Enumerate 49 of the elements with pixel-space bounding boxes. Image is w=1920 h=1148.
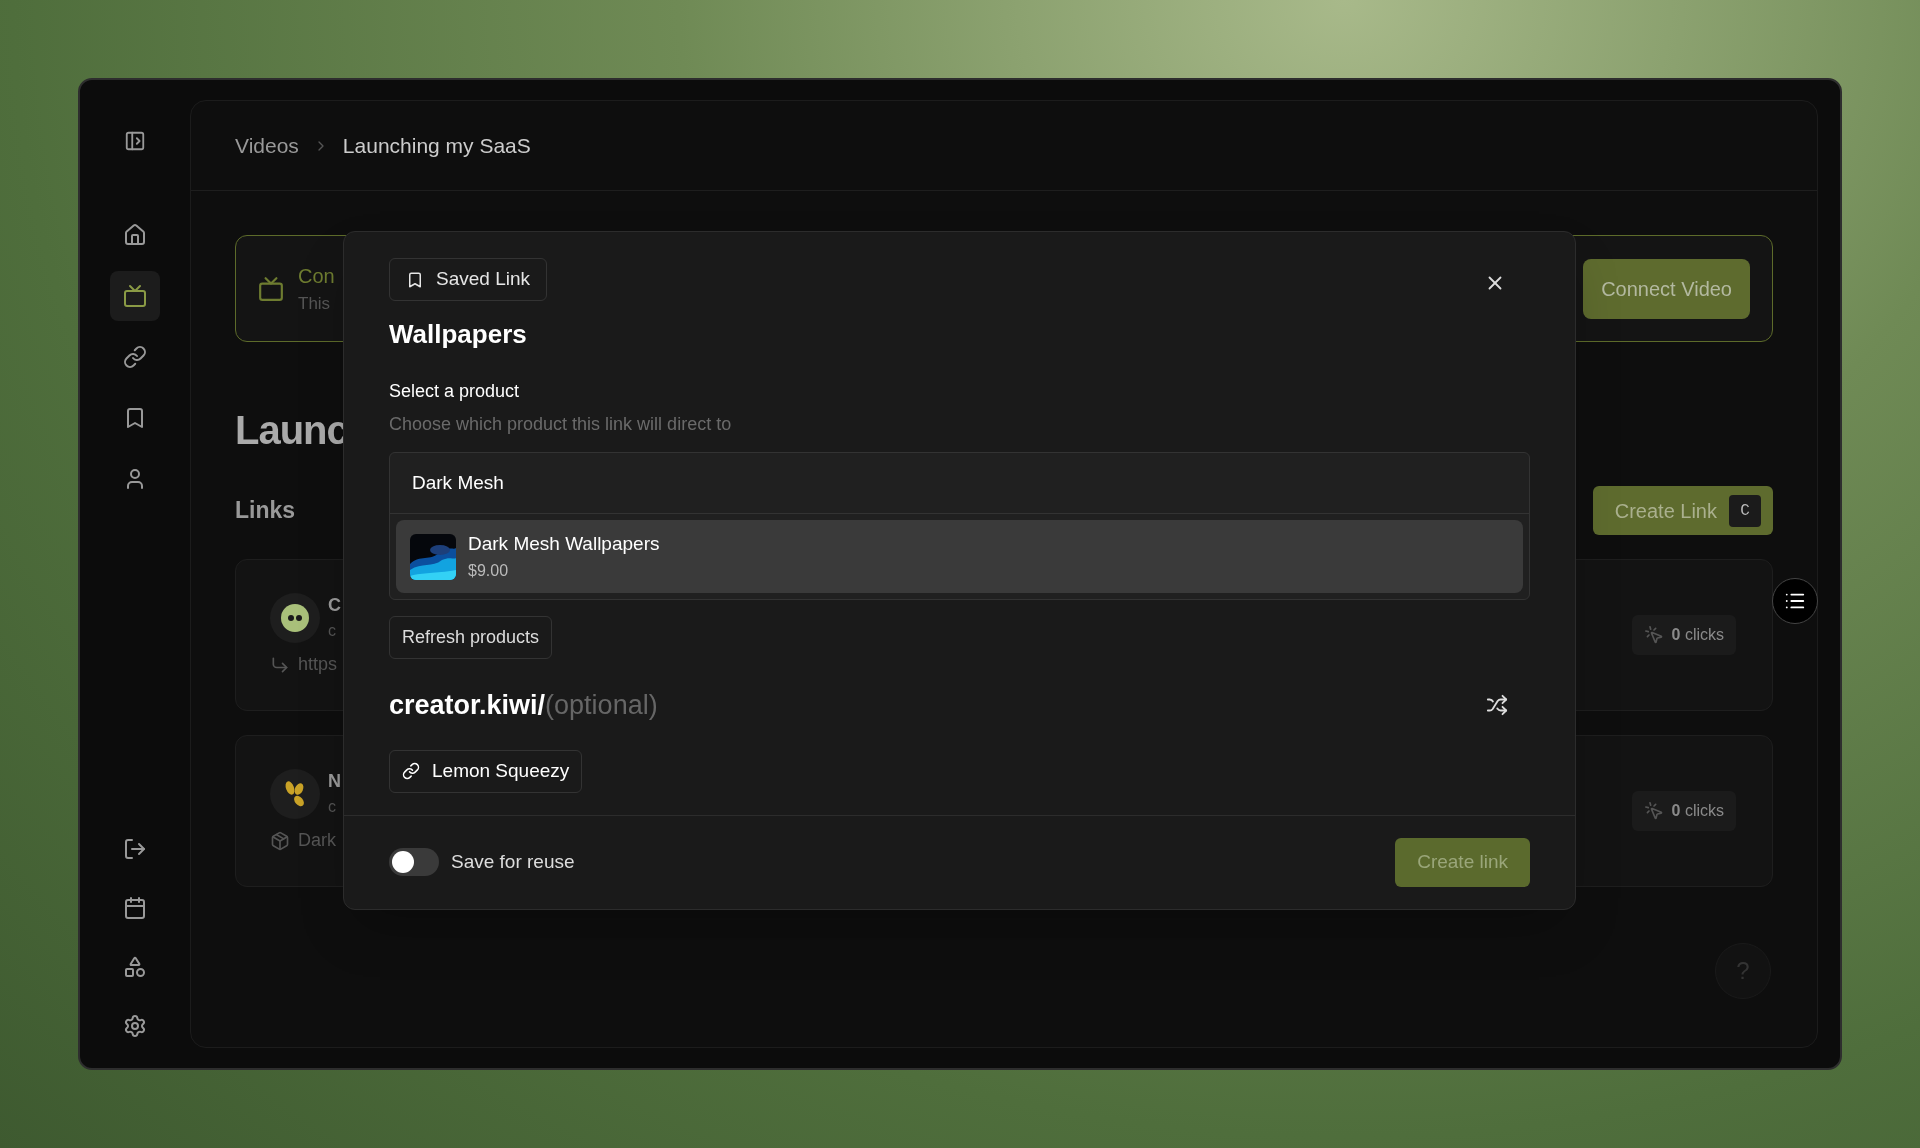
breadcrumb-current: Launching my SaaS <box>342 132 531 159</box>
tv-icon <box>258 275 284 302</box>
section-hint: Choose which product this link will direct to <box>389 413 733 436</box>
slug-prefix: creator.kiwi/ <box>389 689 546 722</box>
cursor-click-icon <box>1643 625 1664 645</box>
link-title: C <box>328 594 341 617</box>
page-title: Launc <box>235 407 348 454</box>
toggle-label: Save for reuse <box>451 849 575 874</box>
clicks-count: 0 clicks <box>1671 801 1724 821</box>
link-subtitle: c <box>328 621 337 641</box>
section-label: Select a product <box>389 380 521 403</box>
link-icon <box>402 762 420 780</box>
refresh-products-button[interactable]: Refresh products <box>389 616 553 659</box>
search-field[interactable]: Dark Mesh <box>412 468 1507 498</box>
calendar-icon[interactable] <box>123 896 147 920</box>
package-icon <box>270 830 290 851</box>
banner-title: Con <box>298 263 335 289</box>
sidebar-toggle-icon[interactable] <box>124 130 146 152</box>
link-target: Dark <box>298 829 336 852</box>
chip-label: Saved Link <box>436 267 530 292</box>
section-title: Links <box>235 496 296 526</box>
product-option[interactable]: Dark Mesh Wallpapers $9.00 <box>396 520 1523 593</box>
clicks-count: 0 clicks <box>1671 625 1724 645</box>
shuffle-icon[interactable] <box>1486 694 1508 717</box>
settings-icon[interactable] <box>123 1014 147 1038</box>
breadcrumb-link[interactable]: Videos <box>235 129 299 162</box>
create-link-button[interactable]: Create Link C <box>1592 486 1773 535</box>
list-button[interactable] <box>1772 578 1818 624</box>
product-price: $9.00 <box>468 560 510 581</box>
link-icon <box>123 345 147 369</box>
logout-icon[interactable] <box>123 837 147 861</box>
bookmark-icon <box>406 270 424 289</box>
product-name: Dark Mesh Wallpapers <box>468 532 660 557</box>
banner-subtitle: This <box>298 292 332 315</box>
sidebar-item[interactable] <box>110 271 160 321</box>
slug-input[interactable]: (optional) <box>545 685 686 726</box>
link-title: N <box>328 770 341 793</box>
face-logo-icon <box>280 602 310 633</box>
link-subtitle: c <box>328 797 337 817</box>
provider-chip[interactable]: Lemon Squeezy <box>389 749 583 793</box>
toggle-switch[interactable] <box>389 848 439 876</box>
shortcut-key: C <box>1729 494 1761 527</box>
provider-label: Lemon Squeezy <box>432 758 570 783</box>
shapes-icon[interactable] <box>123 955 147 979</box>
tv-icon <box>123 284 147 308</box>
link-target: https <box>298 653 338 676</box>
home-icon <box>123 223 147 247</box>
dialog-title: Wallpapers <box>389 318 528 351</box>
cursor-click-icon <box>1643 801 1664 821</box>
